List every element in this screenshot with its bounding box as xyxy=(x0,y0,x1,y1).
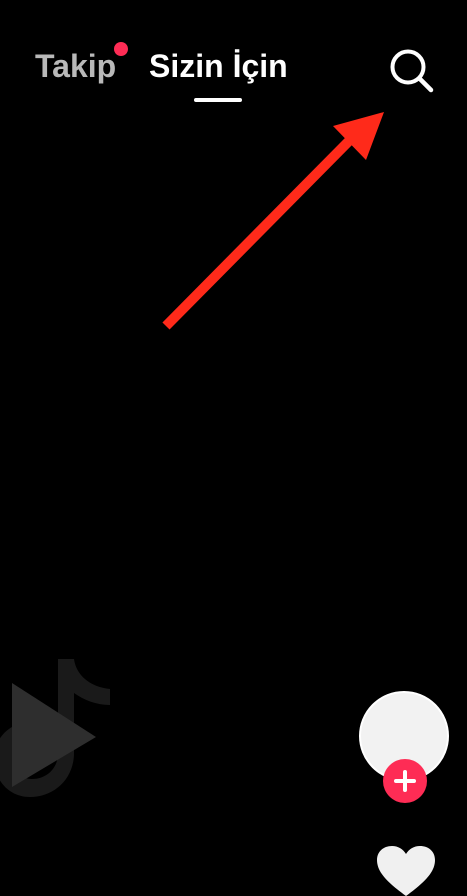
active-tab-indicator xyxy=(194,98,242,102)
like-button[interactable] xyxy=(377,846,435,896)
tiktok-watermark xyxy=(0,655,120,805)
heart-icon xyxy=(377,846,435,896)
plus-icon xyxy=(394,770,416,792)
follow-button[interactable] xyxy=(383,759,427,803)
search-button[interactable] xyxy=(384,43,438,97)
top-navigation: Takip Sizin İçin xyxy=(0,0,467,110)
search-icon xyxy=(390,49,434,93)
creator-avatar-group xyxy=(359,691,453,803)
notification-dot xyxy=(114,42,128,56)
tab-for-you[interactable]: Sizin İçin xyxy=(149,46,288,86)
tab-following[interactable]: Takip xyxy=(35,46,116,86)
tiktok-logo-icon xyxy=(0,659,110,797)
